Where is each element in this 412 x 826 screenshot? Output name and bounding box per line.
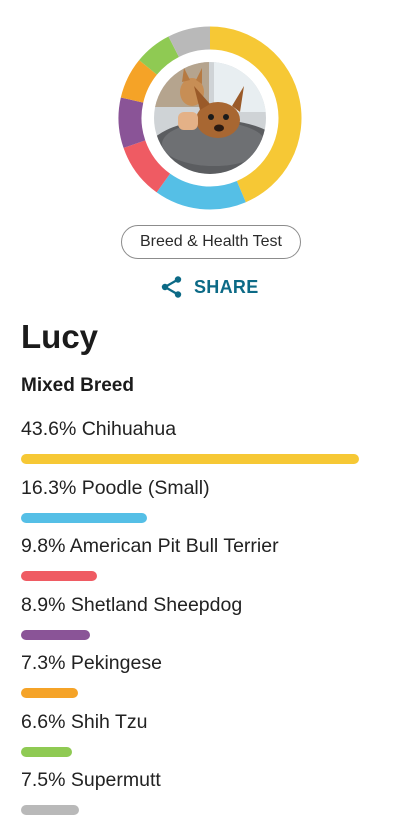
breed-bar [21,454,359,464]
breed-breakdown-list: 43.6% Chihuahua 16.3% Poodle (Small) 9.8… [21,416,391,826]
breed-row-american-pit-bull-terrier[interactable]: 9.8% American Pit Bull Terrier [21,533,391,592]
ring-segment-3 [118,97,146,148]
breed-row-chihuahua[interactable]: 43.6% Chihuahua [21,416,391,475]
breed-row-supermutt[interactable]: 7.5% Supermutt [21,767,391,826]
share-button[interactable]: SHARE [160,272,259,302]
breed-label: 7.5% Supermutt [21,769,161,791]
breed-label: 6.6% Shih Tzu [21,710,148,733]
breed-type: Mixed Breed [21,375,134,396]
share-icon [161,276,182,298]
ring-segment-6 [168,26,211,58]
breed-bar [21,512,148,523]
breed-label: 7.3% Pekingese [21,652,162,674]
breed-label: 8.9% Shetland Sheepdog [21,593,243,616]
breed-bar [21,571,97,581]
breed-label: 9.8% American Pit Bull Terrier [21,535,279,557]
dog-photo [154,62,266,174]
breed-row-pekingese[interactable]: 7.3% Pekingese [21,650,391,709]
breed-row-shetland-sheepdog[interactable]: 8.9% Shetland Sheepdog [21,592,391,651]
breed-label: 16.3% Poodle (Small) [21,476,210,499]
breed-label: 43.6% Chihuahua [21,418,177,440]
ring-segment-2 [123,139,171,193]
breed-bar [21,746,73,757]
ring-segment-5 [139,36,180,76]
breed-bar [21,629,90,640]
breed-bar [21,688,78,698]
dog-name: Lucy [21,318,99,355]
ring-segment-1 [156,173,246,210]
breed-health-test-badge[interactable]: Breed & Health Test [121,225,301,259]
breed-ring-chart [116,24,304,212]
breed-bar [21,805,80,815]
badge-label: Breed & Health Test [139,233,282,250]
share-label: SHARE [194,276,259,297]
dog-avatar [154,62,266,174]
breed-row-poodle-small[interactable]: 16.3% Poodle (Small) [21,475,391,534]
ring-segment-4 [120,60,158,104]
breed-row-shih-tzu[interactable]: 6.6% Shih Tzu [21,709,391,768]
